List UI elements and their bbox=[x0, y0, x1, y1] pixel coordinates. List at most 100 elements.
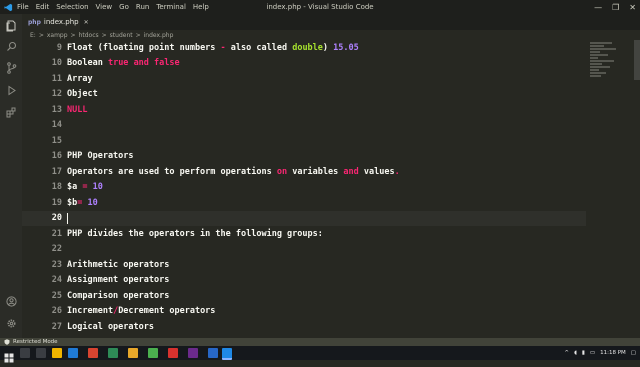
code-line[interactable]: 10 Boolean true and false bbox=[22, 56, 586, 72]
code-text: Object bbox=[67, 89, 98, 99]
line-number: 11 bbox=[51, 73, 62, 84]
code-token: Decrement operators bbox=[118, 306, 216, 317]
code-line[interactable]: 12 Object bbox=[22, 87, 586, 103]
code-token: $b bbox=[67, 197, 78, 208]
code-line[interactable]: 13 NULL bbox=[22, 102, 586, 118]
app-icon[interactable] bbox=[128, 348, 138, 358]
code-line[interactable]: 14 bbox=[22, 118, 586, 134]
code-line[interactable]: 22 bbox=[22, 242, 586, 258]
code-text: Increment/Decrement operators bbox=[67, 306, 215, 316]
breadcrumb-separator-icon: > bbox=[38, 32, 44, 39]
code-line[interactable]: 25 Comparison operators bbox=[22, 288, 586, 304]
menu-item-edit[interactable]: Edit bbox=[36, 3, 50, 11]
status-bar: Restricted Mode bbox=[0, 338, 640, 346]
run-debug-icon[interactable] bbox=[5, 84, 17, 96]
line-number: 20 bbox=[51, 213, 62, 224]
battery-icon[interactable]: ▭ bbox=[590, 350, 595, 356]
menu-item-run[interactable]: Run bbox=[136, 3, 149, 11]
tab-close-icon[interactable]: ✕ bbox=[84, 19, 89, 26]
line-number: 18 bbox=[51, 182, 62, 193]
restricted-mode-indicator[interactable]: Restricted Mode bbox=[0, 339, 58, 345]
windows-start-icon[interactable] bbox=[4, 348, 14, 363]
account-icon[interactable] bbox=[5, 295, 17, 307]
app-icon[interactable] bbox=[108, 348, 118, 358]
notifications-icon[interactable]: ▢ bbox=[631, 350, 636, 356]
breadcrumb-item[interactable]: htdocs bbox=[79, 32, 99, 39]
breadcrumb-item[interactable]: xampp bbox=[47, 32, 68, 39]
clock[interactable]: 11:18 PM bbox=[600, 350, 626, 356]
menu-item-terminal[interactable]: Terminal bbox=[156, 3, 186, 11]
line-number: 24 bbox=[51, 275, 62, 286]
breadcrumb-item[interactable]: index.php bbox=[144, 32, 174, 39]
breadcrumb-item[interactable]: E: bbox=[30, 32, 36, 39]
code-text: Float (floating point numbers - also cal… bbox=[67, 43, 359, 53]
code-line[interactable]: 21 PHP divides the operators in the follo… bbox=[22, 226, 586, 242]
minimize-button[interactable]: — bbox=[594, 3, 602, 12]
tab-index-php[interactable]: php index.php ✕ bbox=[22, 14, 89, 30]
code-editor[interactable]: 9 Float (floating point numbers - also ca… bbox=[22, 40, 586, 338]
menu-item-file[interactable]: File bbox=[17, 3, 29, 11]
files-icon[interactable] bbox=[5, 20, 17, 32]
menu-item-view[interactable]: View bbox=[96, 3, 113, 11]
code-line[interactable]: 9 Float (floating point numbers - also ca… bbox=[22, 40, 586, 56]
line-number: 13 bbox=[51, 104, 62, 115]
code-line[interactable]: 15 bbox=[22, 133, 586, 149]
code-token: true bbox=[107, 58, 129, 69]
breadcrumb-item[interactable]: student bbox=[110, 32, 133, 39]
code-text: Comparison operators bbox=[67, 291, 169, 301]
line-number: 14 bbox=[51, 120, 62, 131]
mail-icon[interactable] bbox=[68, 348, 78, 358]
menu-item-selection[interactable]: Selection bbox=[56, 3, 88, 11]
app-icon[interactable] bbox=[168, 348, 178, 358]
code-line[interactable]: 26 Increment/Decrement operators bbox=[22, 304, 586, 320]
chevron-up-icon[interactable]: ^ bbox=[564, 350, 569, 356]
code-token: . bbox=[394, 166, 400, 177]
code-token: Arithmetic operators bbox=[67, 259, 170, 270]
code-line[interactable]: 24 Assignment operators bbox=[22, 273, 586, 289]
app-icon[interactable] bbox=[188, 348, 198, 358]
code-token: ) bbox=[322, 42, 334, 53]
extensions-icon[interactable] bbox=[5, 106, 17, 118]
code-line[interactable]: 19 $b= 10 bbox=[22, 195, 586, 211]
vscode-taskbar-icon[interactable] bbox=[222, 348, 232, 360]
code-token: values bbox=[358, 166, 395, 177]
code-line[interactable]: 18 $a = 10 bbox=[22, 180, 586, 196]
app-icon[interactable] bbox=[148, 348, 158, 358]
file-explorer-icon[interactable] bbox=[52, 348, 62, 358]
breadcrumb-separator-icon: > bbox=[135, 32, 141, 39]
windows-taskbar: ^ ◖ ▮ ▭ 11:18 PM ▢ bbox=[0, 346, 640, 363]
code-line[interactable]: 11 Array bbox=[22, 71, 586, 87]
network-icon[interactable]: ▮ bbox=[582, 350, 585, 356]
code-line[interactable]: 20 bbox=[22, 210, 586, 226]
search-icon[interactable] bbox=[5, 40, 17, 52]
breadcrumb-separator-icon: > bbox=[101, 32, 107, 39]
app-icon[interactable] bbox=[88, 348, 98, 358]
code-text: NULL bbox=[67, 105, 87, 115]
code-text: PHP Operators bbox=[67, 151, 134, 161]
line-number: 21 bbox=[51, 228, 62, 239]
vertical-scrollbar[interactable] bbox=[634, 40, 640, 80]
code-line[interactable]: 27 Logical operators bbox=[22, 319, 586, 335]
close-button[interactable]: ✕ bbox=[629, 3, 636, 12]
app-icon[interactable] bbox=[208, 348, 218, 358]
settings-gear-icon[interactable] bbox=[5, 317, 17, 329]
code-token: (floating point numbers bbox=[97, 42, 221, 53]
menu-item-help[interactable]: Help bbox=[193, 3, 209, 11]
code-text: Boolean true and false bbox=[67, 58, 180, 68]
search-icon[interactable] bbox=[20, 348, 30, 358]
line-number: 26 bbox=[51, 306, 62, 317]
menu-item-go[interactable]: Go bbox=[119, 3, 129, 11]
code-line[interactable]: 16 PHP Operators bbox=[22, 149, 586, 165]
code-token: Operators are used to perform operations bbox=[67, 166, 277, 177]
maximize-button[interactable]: ❐ bbox=[612, 3, 619, 12]
minimap[interactable] bbox=[586, 40, 640, 338]
source-control-icon[interactable] bbox=[5, 62, 17, 74]
line-number: 16 bbox=[51, 151, 62, 162]
line-number: 9 bbox=[56, 42, 62, 53]
speaker-icon[interactable]: ◖ bbox=[574, 350, 577, 356]
code-line[interactable]: 23 Arithmetic operators bbox=[22, 257, 586, 273]
code-line[interactable]: 17 Operators are used to perform operatio… bbox=[22, 164, 586, 180]
tab-bar: php index.php ✕ bbox=[22, 14, 640, 30]
task-view-icon[interactable] bbox=[36, 348, 46, 358]
tab-label: index.php bbox=[43, 18, 79, 26]
